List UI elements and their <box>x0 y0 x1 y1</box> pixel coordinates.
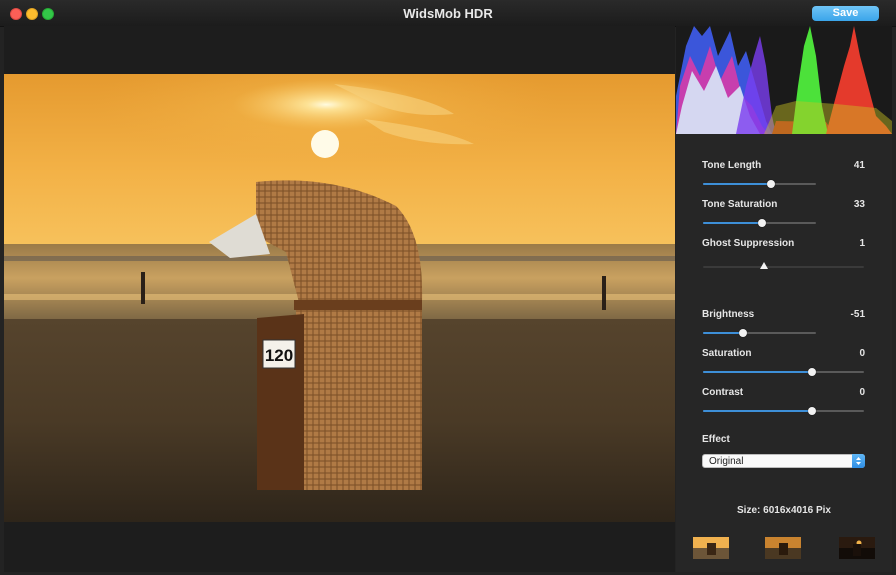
tone-saturation-label: Tone Saturation <box>702 199 778 210</box>
slider-fill <box>703 183 771 185</box>
save-button[interactable]: Save <box>812 6 879 21</box>
contrast-value: 0 <box>859 387 865 398</box>
brightness-value: -51 <box>850 309 865 320</box>
slider-knob[interactable] <box>808 407 817 415</box>
slider-fill <box>703 371 813 373</box>
saturation-label: Saturation <box>702 348 752 359</box>
thumbnail-dark[interactable] <box>839 537 875 559</box>
tone-saturation-value: 33 <box>853 199 865 210</box>
ghost-suppression-slider[interactable] <box>703 262 864 269</box>
window-title: WidsMob HDR <box>403 6 493 21</box>
saturation-value: 0 <box>859 348 865 359</box>
histogram <box>676 26 892 134</box>
contrast-slider[interactable] <box>703 407 864 415</box>
chevron-updown-icon <box>852 454 865 468</box>
slider-fill <box>703 332 743 334</box>
tone-saturation-slider[interactable] <box>703 219 816 227</box>
app-window: WidsMob HDR Save 120 Tone Length 41 Tone… <box>0 0 896 575</box>
image-viewer: 120 <box>4 26 675 572</box>
slider-fill <box>703 222 762 224</box>
slider-knob[interactable] <box>808 368 817 376</box>
thumbnail-hdr[interactable] <box>765 537 801 559</box>
adjustment-panel: Tone Length 41 Tone Saturation 33 Ghost … <box>676 26 892 572</box>
preview-photo: 120 <box>4 74 675 522</box>
effect-label: Effect <box>702 434 730 445</box>
beach-chair-number: 120 <box>265 346 293 365</box>
contrast-label: Contrast <box>702 387 744 398</box>
slider-knob[interactable] <box>766 180 775 188</box>
slider-knob[interactable] <box>757 219 766 227</box>
tone-length-label: Tone Length <box>702 160 762 171</box>
ghost-suppression-value: 1 <box>859 238 865 249</box>
tone-length-slider[interactable] <box>703 180 816 188</box>
tone-length-value: 41 <box>853 160 865 171</box>
ghost-suppression-label: Ghost Suppression <box>702 238 795 249</box>
effect-selected-value: Original <box>709 456 744 467</box>
saturation-slider[interactable] <box>703 368 864 376</box>
thumbnail-original[interactable] <box>693 537 729 559</box>
brightness-slider[interactable] <box>703 329 816 337</box>
slider-fill <box>703 410 813 412</box>
brightness-label: Brightness <box>702 309 755 320</box>
title-bar: WidsMob HDR Save <box>0 0 896 27</box>
slider-knob[interactable] <box>738 329 747 337</box>
slider-knob[interactable] <box>760 262 769 269</box>
effect-select[interactable]: Original <box>702 454 865 468</box>
image-size-info: Size: 6016x4016 Pix <box>737 505 831 516</box>
